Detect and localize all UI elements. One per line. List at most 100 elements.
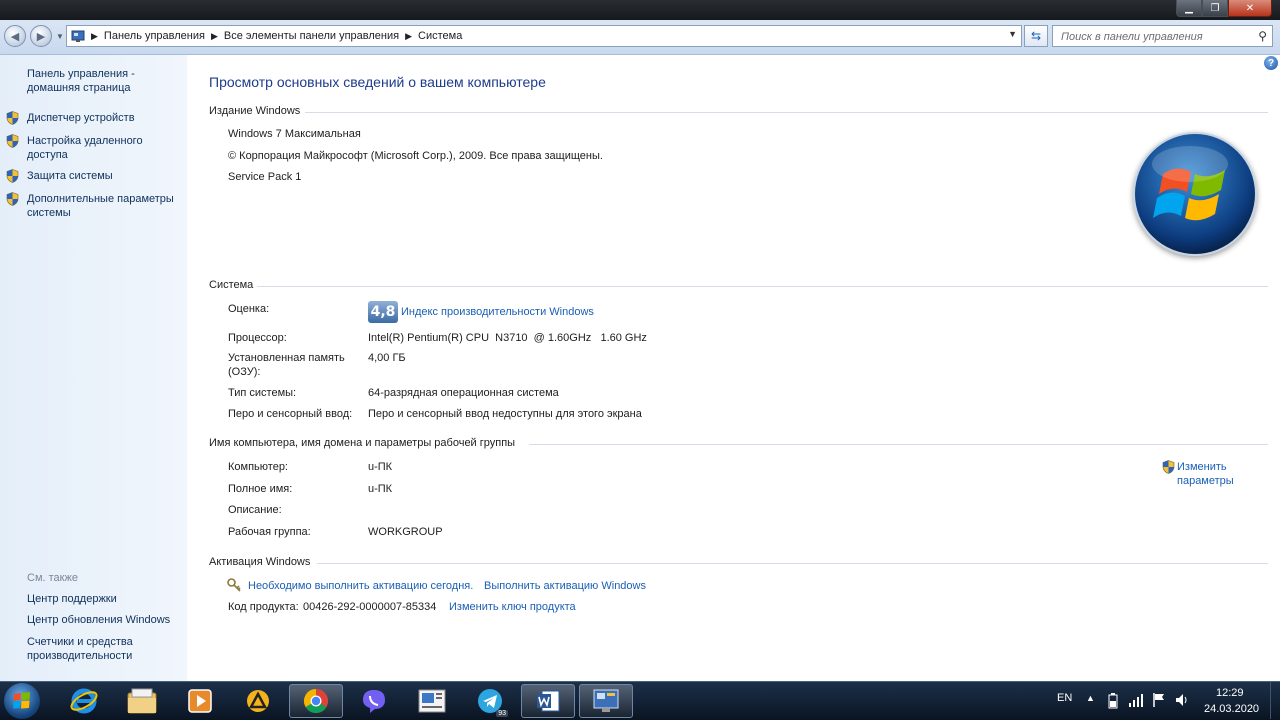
see-also-heading: См. также — [27, 572, 78, 584]
taskbar-viber[interactable] — [347, 684, 401, 718]
section-heading-computer-name: Имя компьютера, имя домена и параметры р… — [209, 437, 516, 449]
show-hidden-icons-button[interactable]: ▲ — [1086, 693, 1095, 703]
breadcrumb-all-items[interactable]: Все элементы панели управления — [224, 30, 399, 42]
language-indicator[interactable]: EN — [1057, 692, 1072, 704]
computer-label: Компьютер: — [228, 461, 288, 473]
search-input[interactable] — [1059, 27, 1253, 47]
main-content: ? Просмотр основных сведений о вашем ком… — [187, 55, 1280, 681]
see-also-performance-tools[interactable]: Счетчики и средства производительности — [27, 635, 182, 663]
breadcrumb-system[interactable]: Система — [418, 30, 462, 42]
action-center-flag-icon[interactable] — [1152, 692, 1166, 708]
change-settings-link[interactable]: Изменить параметры — [1162, 460, 1257, 488]
media-player-icon — [188, 689, 212, 713]
recent-pages-dropdown[interactable]: ▼ — [56, 32, 64, 41]
sidebar-item-advanced-settings[interactable]: Дополнительные параметры системы — [6, 192, 182, 220]
word-icon — [537, 690, 560, 712]
address-bar[interactable]: ▶ Панель управления ▶ Все элементы панел… — [66, 25, 1022, 47]
battery-icon[interactable] — [1108, 693, 1118, 709]
cpu-value: Intel(R) Pentium(R) CPU N3710 @ 1.60GHz … — [368, 332, 647, 344]
page-title: Просмотр основных сведений о вашем компь… — [209, 74, 546, 90]
workgroup-label: Рабочая группа: — [228, 526, 311, 538]
section-heading-edition: Издание Windows — [209, 105, 301, 117]
file-explorer-icon — [127, 688, 157, 714]
taskbar-chrome[interactable] — [289, 684, 343, 718]
uac-shield-icon — [6, 169, 19, 183]
taskbar-internet-explorer[interactable] — [57, 684, 111, 718]
performance-index-link[interactable]: Индекс производительности Windows — [401, 305, 594, 319]
description-label: Описание: — [228, 504, 282, 516]
windows-flag-icon — [13, 692, 30, 709]
change-product-key-link[interactable]: Изменить ключ продукта — [449, 600, 576, 614]
sidebar-item-system-protection[interactable]: Защита системы — [6, 169, 182, 183]
system-type-label: Тип системы: — [228, 387, 297, 399]
computer-value: u-ПК — [368, 461, 393, 473]
workgroup-value: WORKGROUP — [368, 526, 443, 538]
chevron-right-icon[interactable]: ▶ — [211, 31, 218, 42]
network-signal-icon[interactable] — [1128, 693, 1144, 707]
system-type-value: 64-разрядная операционная система — [368, 387, 559, 399]
activation-warning-link[interactable]: Необходимо выполнить активацию сегодня. — [248, 579, 473, 593]
title-bar: ▁ ❐ ✕ — [0, 0, 1280, 20]
activate-windows-link[interactable]: Выполнить активацию Windows — [484, 579, 646, 593]
rating-badge[interactable]: 4,8 — [368, 301, 398, 323]
product-key-label: Код продукта: — [228, 601, 299, 613]
chevron-right-icon[interactable]: ▶ — [91, 31, 98, 42]
close-button[interactable]: ✕ — [1228, 0, 1272, 17]
taskbar-control-panel[interactable] — [579, 684, 633, 718]
chevron-right-icon[interactable]: ▶ — [405, 31, 412, 42]
see-also-windows-update[interactable]: Центр обновления Windows — [27, 613, 182, 627]
divider — [317, 563, 1268, 564]
minimize-button[interactable]: ▁ — [1176, 0, 1202, 17]
copyright-text: © Корпорация Майкрософт (Microsoft Corp.… — [228, 150, 603, 162]
navigation-bar: ◀ ▶ ▼ ▶ Панель управления ▶ Все элементы… — [0, 20, 1280, 55]
sidebar-item-label: Дополнительные параметры системы — [27, 193, 174, 219]
section-heading-system: Система — [209, 279, 254, 291]
breadcrumb-control-panel[interactable]: Панель управления — [104, 30, 205, 42]
sidebar-item-label: Защита системы — [27, 170, 113, 182]
taskbar-file-explorer[interactable] — [115, 684, 169, 718]
service-pack: Service Pack 1 — [228, 171, 302, 183]
sidebar-item-label: Диспетчер устройств — [27, 112, 135, 124]
app-triangle-icon — [247, 690, 269, 712]
volume-icon[interactable] — [1175, 693, 1189, 707]
taskbar: 93 EN ▲ 12:29 24.03.2020 — [0, 681, 1280, 720]
ram-value: 4,00 ГБ — [368, 352, 406, 364]
chevron-down-icon[interactable]: ▼ — [1008, 29, 1017, 39]
sidebar-item-remote-settings[interactable]: Настройка удаленного доступа — [6, 134, 182, 162]
forward-button[interactable]: ▶ — [30, 25, 52, 47]
sidebar-home-link[interactable]: Панель управления - домашняя страница — [27, 67, 182, 95]
taskbar-media-player[interactable] — [173, 684, 227, 718]
divider — [257, 286, 1268, 287]
cpu-label: Процессор: — [228, 332, 287, 344]
divider — [305, 112, 1268, 113]
full-name-label: Полное имя: — [228, 483, 293, 495]
clock-time[interactable]: 12:29 — [1216, 687, 1244, 699]
rating-label: Оценка: — [228, 303, 270, 315]
window-controls: ▁ ❐ ✕ — [1176, 0, 1272, 17]
clock-date[interactable]: 24.03.2020 — [1204, 703, 1259, 715]
telegram-unread-badge: 93 — [496, 710, 508, 717]
sidebar-item-device-manager[interactable]: Диспетчер устройств — [6, 111, 182, 125]
start-button[interactable] — [4, 683, 40, 719]
control-panel-icon — [593, 689, 619, 712]
refresh-button[interactable]: ⇆ — [1024, 25, 1048, 47]
uac-shield-icon — [6, 192, 19, 206]
see-also-action-center[interactable]: Центр поддержки — [27, 592, 182, 606]
full-name-value: u-ПК — [368, 483, 393, 495]
uac-shield-icon — [6, 111, 19, 125]
refresh-icon: ⇆ — [1030, 29, 1042, 43]
back-button[interactable]: ◀ — [4, 25, 26, 47]
taskbar-app-triangle[interactable] — [231, 684, 285, 718]
divider — [529, 444, 1268, 445]
taskbar-word[interactable] — [521, 684, 575, 718]
sidebar: Панель управления - домашняя страница Ди… — [0, 55, 187, 681]
taskbar-image-viewer[interactable] — [405, 684, 459, 718]
search-icon[interactable]: ⚲ — [1258, 29, 1267, 43]
maximize-button[interactable]: ❐ — [1202, 0, 1228, 17]
search-box[interactable]: ⚲ — [1052, 25, 1273, 47]
show-desktop-button[interactable] — [1270, 682, 1280, 719]
image-viewer-icon — [418, 689, 446, 713]
product-key-value: 00426-292-0000007-85334 — [303, 601, 437, 613]
taskbar-telegram[interactable]: 93 — [463, 684, 517, 718]
help-icon[interactable]: ? — [1264, 56, 1278, 70]
